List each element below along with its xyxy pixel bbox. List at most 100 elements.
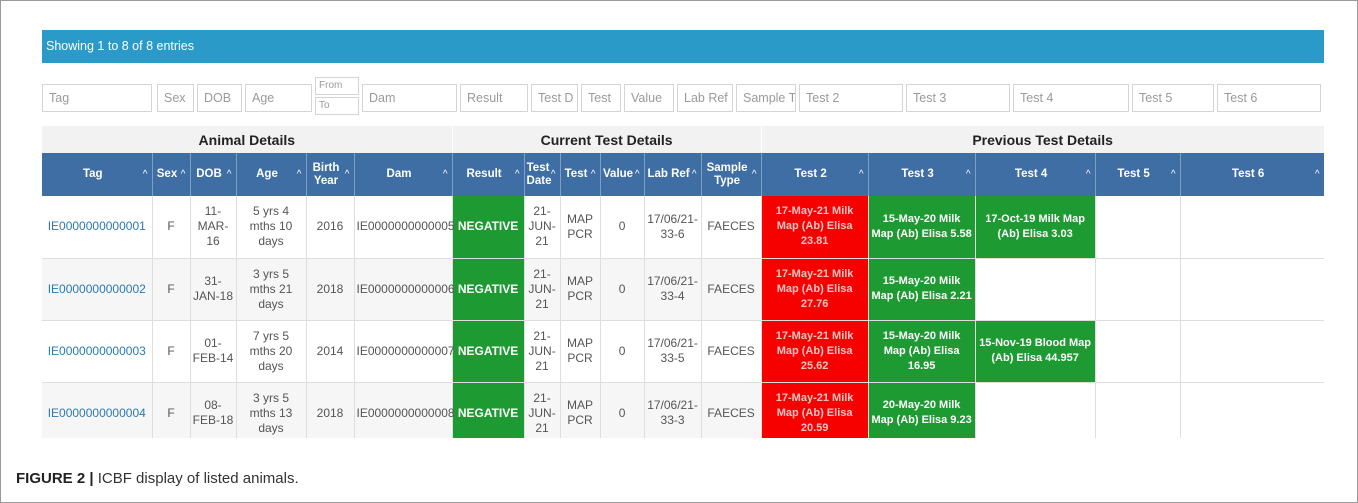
cell-test6: [1180, 258, 1324, 321]
col-header-test5[interactable]: Test 5 ^: [1095, 153, 1181, 196]
col-header-birth-year[interactable]: Birth Year ^: [306, 153, 355, 196]
cell-dam: IE0000000000007: [354, 320, 455, 383]
sort-icon: ^: [442, 169, 448, 180]
cell-test6: [1180, 196, 1324, 259]
cell-test2: 17-May-21 Milk Map (Ab) Elisa 25.62: [761, 320, 869, 383]
sort-icon: ^: [1085, 169, 1091, 180]
sort-icon: ^: [344, 169, 350, 180]
cell-test-date: 21-JUN-21: [524, 196, 561, 259]
col-header-sample-type[interactable]: Sample Type ^: [701, 153, 762, 196]
cell-sex: F: [152, 320, 191, 383]
col-header-test2[interactable]: Test 2 ^: [761, 153, 869, 196]
cell-result: NEGATIVE: [452, 320, 525, 383]
col-header-test4[interactable]: Test 4 ^: [975, 153, 1096, 196]
col-header-dam[interactable]: Dam ^: [354, 153, 453, 196]
filter-birth-year-from-input[interactable]: From: [315, 77, 359, 95]
sort-icon: ^: [1170, 169, 1176, 180]
cell-test4: 15-Nov-19 Blood Map (Ab) Elisa 44.957: [975, 320, 1096, 383]
sort-icon: ^: [296, 169, 302, 180]
filter-test2-input[interactable]: Test 2: [799, 84, 903, 112]
cell-value: 0: [600, 196, 645, 259]
cell-result: NEGATIVE: [452, 196, 525, 259]
cell-test6: [1180, 320, 1324, 383]
filter-age-input[interactable]: Age: [245, 84, 312, 112]
group-current-test-details: Current Test Details: [452, 126, 762, 153]
sort-icon: ^: [634, 169, 640, 180]
cell-value: 0: [600, 320, 645, 383]
cell-test: MAP PCR: [560, 320, 601, 383]
cell-test5: [1095, 196, 1181, 259]
cell-test5: [1095, 320, 1181, 383]
filter-test3-input[interactable]: Test 3: [906, 84, 1010, 112]
cell-sex: F: [152, 196, 191, 259]
filter-birth-year-to-input[interactable]: To: [315, 97, 359, 115]
col-header-value[interactable]: Value ^: [600, 153, 645, 196]
col-header-tag[interactable]: Tag ^: [42, 153, 153, 196]
cell-age: 5 yrs 4 mths 10 days: [236, 196, 307, 259]
cell-test4: [975, 258, 1096, 321]
col-header-dob[interactable]: DOB ^: [190, 153, 237, 196]
caption-text: ICBF display of listed animals.: [93, 470, 299, 487]
col-header-test3[interactable]: Test 3 ^: [868, 153, 976, 196]
col-header-age[interactable]: Age ^: [236, 153, 307, 196]
cell-age: 7 yrs 5 mths 20 days: [236, 320, 307, 383]
filter-result-input[interactable]: Result: [460, 84, 528, 112]
sort-icon: ^: [226, 169, 232, 180]
filter-dob-input[interactable]: DOB: [197, 84, 242, 112]
cell-value: 0: [600, 258, 645, 321]
filter-test-date-input[interactable]: Test D: [531, 84, 578, 112]
filter-value-input[interactable]: Value: [624, 84, 674, 112]
entries-info: Showing 1 to 8 of 8 entries: [46, 39, 195, 53]
cell-test3: 20-May-20 Milk Map (Ab) Elisa 9.23: [868, 382, 976, 438]
cell-test2: 17-May-21 Milk Map (Ab) Elisa 23.81: [761, 196, 869, 259]
filter-test4-input[interactable]: Test 4: [1013, 84, 1129, 112]
cell-lab-ref: 17/06/21-33-6: [644, 196, 702, 259]
sort-icon: ^: [751, 169, 757, 180]
cell-birth-year: 2016: [306, 196, 355, 259]
table-row: IE0000000000001 F 11-MAR-16 5 yrs 4 mths…: [42, 196, 1324, 259]
cell-value: 0: [600, 382, 645, 438]
filter-lab-ref-input[interactable]: Lab Ref: [677, 84, 733, 112]
filter-test-input[interactable]: Test: [581, 84, 621, 112]
filter-sex-input[interactable]: Sex: [157, 84, 194, 112]
table-row: IE0000000000002 F 31-JAN-18 3 yrs 5 mths…: [42, 258, 1324, 321]
cell-test: MAP PCR: [560, 382, 601, 438]
group-previous-test-details: Previous Test Details: [761, 126, 1324, 153]
cell-test-date: 21-JUN-21: [524, 320, 561, 383]
cell-tag-link[interactable]: IE0000000000002: [42, 258, 153, 321]
figure-caption: FIGURE 2 | ICBF display of listed animal…: [16, 470, 299, 487]
col-header-test-date[interactable]: Test Date ^: [524, 153, 561, 196]
filter-test6-input[interactable]: Test 6: [1217, 84, 1321, 112]
col-header-lab-ref[interactable]: Lab Ref ^: [644, 153, 702, 196]
filter-sample-type-input[interactable]: Sample T: [736, 84, 796, 112]
cell-test4: [975, 382, 1096, 438]
sort-icon: ^: [550, 169, 556, 180]
cell-dam: IE0000000000005: [354, 196, 455, 259]
col-header-test6[interactable]: Test 6 ^: [1180, 153, 1324, 196]
cell-lab-ref: 17/06/21-33-4: [644, 258, 702, 321]
table-row: IE0000000000004 F 08-FEB-18 3 yrs 5 mths…: [42, 382, 1324, 438]
cell-birth-year: 2018: [306, 258, 355, 321]
filter-dam-input[interactable]: Dam: [362, 84, 457, 112]
col-header-test[interactable]: Test ^: [560, 153, 601, 196]
col-header-sex[interactable]: Sex ^: [152, 153, 191, 196]
animals-table-container: Animal Details Current Test Details Prev…: [42, 126, 1324, 438]
cell-dob: 08-FEB-18: [190, 382, 237, 438]
sort-icon: ^: [965, 169, 971, 180]
cell-test3: 15-May-20 Milk Map (Ab) Elisa 5.58: [868, 196, 976, 259]
cell-tag-link[interactable]: IE0000000000004: [42, 382, 153, 438]
sort-icon: ^: [142, 169, 148, 180]
cell-dob: 31-JAN-18: [190, 258, 237, 321]
col-header-result[interactable]: Result ^: [452, 153, 525, 196]
cell-test3: 15-May-20 Milk Map (Ab) Elisa 2.21: [868, 258, 976, 321]
cell-tag-link[interactable]: IE0000000000001: [42, 196, 153, 259]
cell-test: MAP PCR: [560, 196, 601, 259]
cell-dob: 11-MAR-16: [190, 196, 237, 259]
filter-tag-input[interactable]: Tag: [42, 84, 152, 112]
cell-tag-link[interactable]: IE0000000000003: [42, 320, 153, 383]
filter-test5-input[interactable]: Test 5: [1132, 84, 1214, 112]
cell-dam: IE0000000000006: [354, 258, 455, 321]
sort-icon: ^: [691, 169, 697, 180]
sort-icon: ^: [590, 169, 596, 180]
cell-birth-year: 2018: [306, 382, 355, 438]
